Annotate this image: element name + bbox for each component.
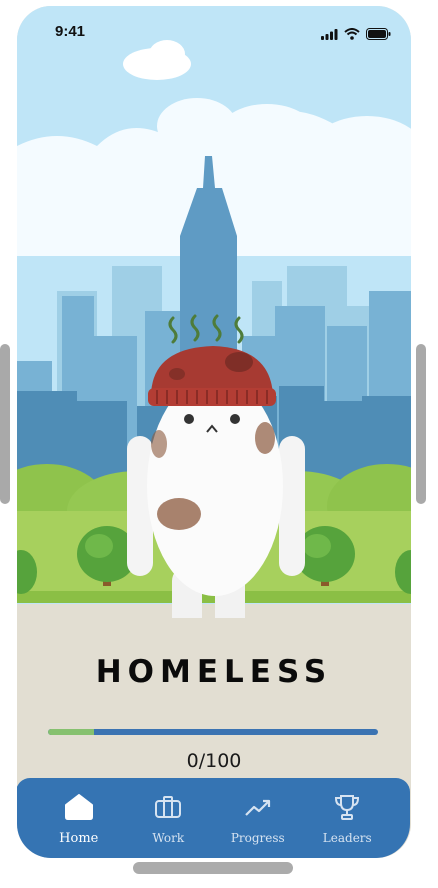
home-indicator[interactable] bbox=[133, 862, 293, 874]
wifi-icon bbox=[344, 25, 360, 44]
trophy-icon bbox=[333, 792, 361, 822]
briefcase-icon bbox=[154, 792, 182, 822]
status-title: HOMELESS bbox=[95, 654, 333, 690]
status-bar: 9:41 bbox=[17, 6, 411, 58]
trend-up-icon bbox=[244, 792, 272, 822]
tab-leaders-label: Leaders bbox=[322, 831, 372, 845]
status-time: 9:41 bbox=[55, 23, 86, 40]
progress-label: 0/100 bbox=[186, 750, 242, 772]
tab-progress-label: Progress bbox=[230, 831, 285, 845]
signal-icon bbox=[321, 25, 338, 44]
tab-leaders[interactable]: Leaders bbox=[307, 792, 387, 858]
tab-work-label: Work bbox=[152, 831, 185, 845]
side-button-left bbox=[0, 344, 10, 504]
tab-home-label: Home bbox=[59, 831, 99, 846]
tab-bar: Home Work Progress Leaders bbox=[17, 778, 410, 858]
house-icon bbox=[64, 792, 93, 822]
city-background bbox=[17, 6, 411, 618]
tab-progress[interactable]: Progress bbox=[218, 792, 298, 858]
phone-screen: 9:41 HOMELESS 0/100 Home Work Progress L… bbox=[17, 6, 411, 858]
progress-bar-fill bbox=[48, 729, 95, 735]
side-button-right bbox=[416, 344, 426, 504]
progress-bar bbox=[48, 729, 378, 735]
battery-icon bbox=[366, 25, 391, 44]
status-icons bbox=[321, 25, 391, 44]
tab-home[interactable]: Home bbox=[39, 792, 119, 858]
tab-work[interactable]: Work bbox=[128, 792, 208, 858]
